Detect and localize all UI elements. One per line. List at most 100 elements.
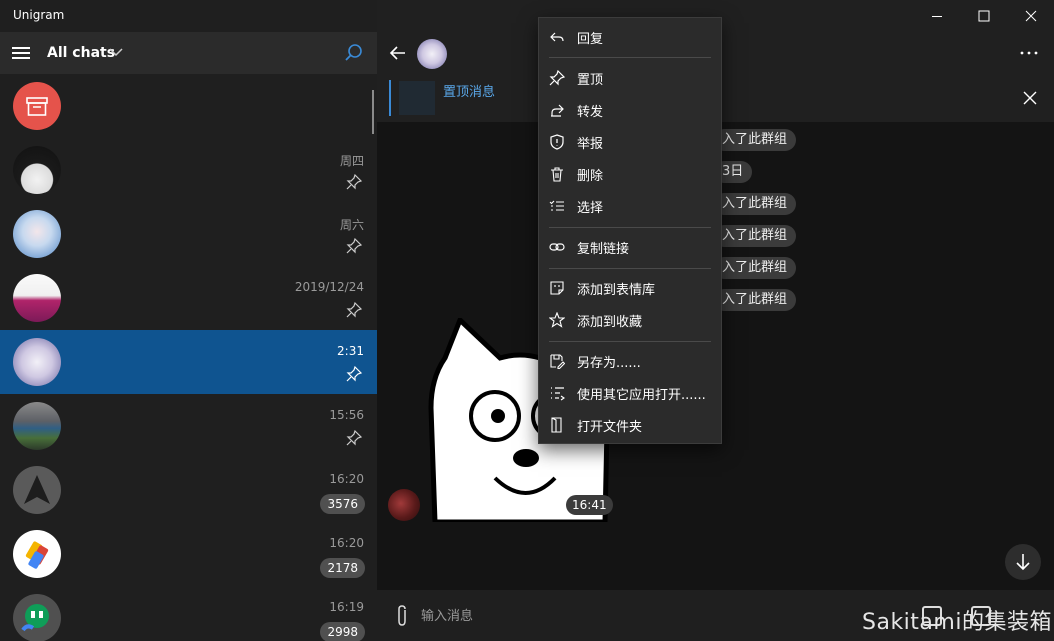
chat-item[interactable]: 周四 [0, 138, 377, 202]
chat-time: 2019/12/24 [294, 280, 364, 294]
chat-avatar[interactable] [417, 39, 447, 69]
avatar [13, 274, 61, 322]
message-composer: Sakitami的集装箱 [377, 590, 1054, 641]
service-message: 入了此群组 [713, 289, 797, 311]
colorful-logo-icon [25, 541, 49, 569]
avatar [13, 402, 61, 450]
chat-item-archive[interactable] [0, 74, 377, 138]
menu-label: 打开文件夹 [577, 420, 643, 435]
menu-item-open-folder[interactable]: 打开文件夹 [539, 410, 721, 440]
message-input[interactable] [421, 600, 861, 632]
service-message: 入了此群组 [713, 193, 797, 215]
chat-item[interactable]: 16:20 2178 [0, 522, 377, 586]
menu-item-pin[interactable]: 置顶 [539, 63, 721, 93]
pin-icon [346, 366, 362, 382]
hangouts-icon [21, 604, 49, 632]
chat-time: 16:20 [329, 472, 364, 486]
close-pinned-icon[interactable] [1020, 88, 1040, 108]
chat-item-selected[interactable]: 2:31 [0, 330, 377, 394]
save-as-icon [550, 354, 565, 369]
chat-item[interactable]: 16:20 3576 [0, 458, 377, 522]
search-icon[interactable] [343, 42, 365, 64]
sidebar: Unigram All chats 周四 周六 2019/12/24 2:31 … [0, 0, 377, 641]
sidebar-header: All chats [0, 32, 377, 74]
chat-time: 周六 [339, 218, 364, 232]
app-title: Unigram [13, 8, 65, 22]
menu-label: 删除 [577, 169, 604, 184]
service-message: 入了此群组 [713, 225, 797, 247]
menu-label: 置顶 [577, 73, 604, 88]
link-icon [549, 243, 565, 251]
menu-item-forward[interactable]: 转发 [539, 95, 721, 125]
menu-item-copy-link[interactable]: 复制链接 [539, 232, 721, 262]
avatar [13, 466, 61, 514]
menu-separator [549, 57, 711, 58]
message-context-menu: 回复 置顶 转发 举报 删除 选择 复制链接 添加到表情库 添加到收藏 另存为.… [538, 17, 722, 444]
menu-label: 举报 [577, 137, 604, 152]
reply-icon [550, 32, 564, 42]
menu-item-reply[interactable]: 回复 [539, 22, 721, 52]
shield-icon [550, 134, 564, 150]
chat-time: 周四 [339, 154, 364, 168]
pin-icon [346, 238, 362, 254]
service-message: 入了此群组 [713, 129, 797, 151]
message-time: 16:41 [566, 495, 613, 515]
menu-label: 转发 [577, 105, 604, 120]
chat-item[interactable]: 2019/12/24 [0, 266, 377, 330]
pinned-indicator [389, 80, 391, 116]
sticker-add-icon [550, 281, 564, 295]
chevron-down-icon[interactable] [108, 44, 124, 60]
avatar [13, 338, 61, 386]
chat-item[interactable]: 15:56 [0, 394, 377, 458]
open-with-icon [551, 387, 565, 401]
pin-icon [549, 70, 565, 86]
menu-item-open-with[interactable]: 使用其它应用打开...... [539, 378, 721, 408]
chat-folder-title[interactable]: All chats [47, 45, 115, 61]
menu-label: 使用其它应用打开...... [577, 388, 706, 403]
chat-list: 周四 周六 2019/12/24 2:31 15:56 16:20 3576 1… [0, 74, 377, 641]
chat-item[interactable]: 16:19 2998 [0, 586, 377, 641]
menu-item-select[interactable]: 选择 [539, 191, 721, 221]
minimize-icon[interactable] [914, 0, 960, 32]
avatar [13, 146, 61, 194]
maximize-icon[interactable] [961, 0, 1007, 32]
pin-icon [346, 430, 362, 446]
pin-icon [346, 174, 362, 190]
more-options-icon[interactable] [1018, 44, 1040, 62]
avatar [13, 210, 61, 258]
menu-separator [549, 268, 711, 269]
sender-avatar[interactable] [388, 489, 420, 521]
archive-avatar [13, 82, 61, 130]
menu-item-add-to-favorites[interactable]: 添加到收藏 [539, 305, 721, 335]
hamburger-menu-icon[interactable] [12, 47, 30, 59]
unread-badge: 2178 [320, 558, 365, 578]
unigram-window: Unigram All chats 周四 周六 2019/12/24 2:31 … [0, 0, 1054, 641]
menu-item-report[interactable]: 举报 [539, 127, 721, 157]
menu-label: 添加到表情库 [577, 283, 656, 298]
menu-item-add-to-stickers[interactable]: 添加到表情库 [539, 273, 721, 303]
menu-label: 选择 [577, 201, 604, 216]
close-window-icon[interactable] [1008, 0, 1054, 32]
scroll-to-bottom-icon[interactable] [1005, 544, 1041, 580]
chat-time: 16:20 [329, 536, 364, 550]
menu-label: 回复 [577, 32, 604, 47]
avatar [13, 594, 61, 641]
trash-icon [551, 167, 563, 182]
sidebar-scrollbar[interactable] [372, 90, 374, 134]
forward-icon [551, 104, 564, 117]
paperclip-icon[interactable] [393, 604, 411, 628]
pinned-thumbnail [399, 81, 435, 115]
star-icon [549, 312, 565, 328]
chat-time: 2:31 [337, 344, 364, 358]
menu-label: 添加到收藏 [577, 315, 643, 330]
back-arrow-icon[interactable] [387, 42, 409, 64]
archive-icon [26, 97, 48, 116]
chat-item[interactable]: 周六 [0, 202, 377, 266]
unread-badge: 3576 [320, 494, 365, 514]
menu-item-delete[interactable]: 删除 [539, 159, 721, 189]
menu-item-save-as[interactable]: 另存为...... [539, 346, 721, 376]
avatar [13, 530, 61, 578]
chat-time: 16:19 [329, 600, 364, 614]
chat-time: 15:56 [329, 408, 364, 422]
pin-icon [346, 302, 362, 318]
